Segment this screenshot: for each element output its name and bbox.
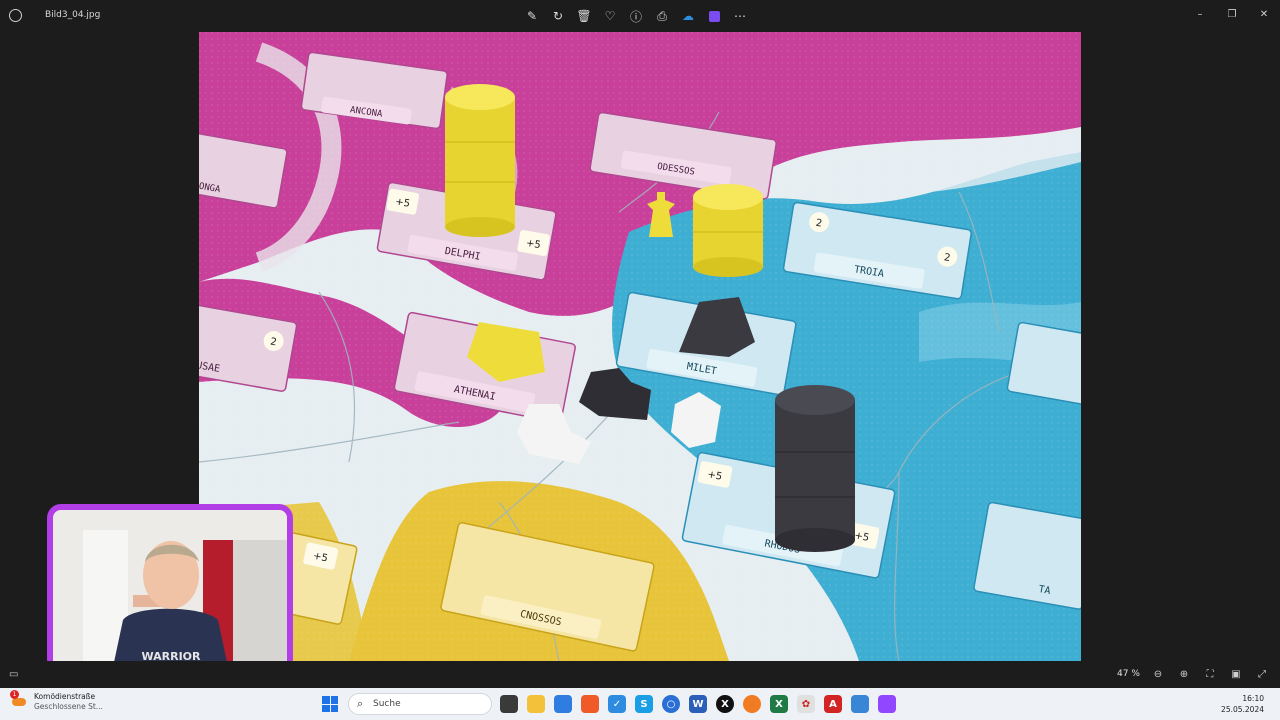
weather-subtitle: Geschlossene St... xyxy=(34,702,103,711)
cortana-icon[interactable]: ○ xyxy=(662,695,680,713)
rotate-icon[interactable]: ↻ xyxy=(550,8,566,24)
weather-widget[interactable]: 1 Komödienstraße Geschlossene St... xyxy=(10,690,103,712)
start-button[interactable] xyxy=(322,696,338,712)
fit-screen-icon[interactable]: ⛶ xyxy=(1202,667,1218,681)
zoom-level: 47 % xyxy=(1117,669,1140,679)
viewer-toolbar: ✎ ↻ 🗑 ♡ ⓘ ⎙ ☁ ⋯ xyxy=(524,8,748,24)
x-icon[interactable]: X xyxy=(716,695,734,713)
minimize-icon[interactable]: – xyxy=(1184,4,1216,24)
taskbar-apps: ✓ S ○ W X X ✿ A xyxy=(500,695,896,713)
firefox-icon[interactable] xyxy=(743,695,761,713)
search-placeholder: Suche xyxy=(373,699,401,709)
fullscreen-icon[interactable]: ⤢ xyxy=(1254,667,1270,681)
taskbar: 1 Komödienstraße Geschlossene St... ⌕ Su… xyxy=(0,688,1280,720)
webcam-overlay: WARRIOR xyxy=(47,504,293,673)
yellow-stack-small xyxy=(693,184,763,277)
title-bar: Bild3_04.jpg ✎ ↻ 🗑 ♡ ⓘ ⎙ ☁ ⋯ – ❐ ✕ xyxy=(0,0,1280,32)
city-label: TA xyxy=(1038,584,1052,597)
store-icon[interactable] xyxy=(554,695,572,713)
word-icon[interactable]: W xyxy=(689,695,707,713)
yellow-stack-large xyxy=(445,84,515,237)
more-icon[interactable]: ⋯ xyxy=(732,8,748,24)
zoom-out-icon[interactable]: ⊖ xyxy=(1150,667,1166,681)
todo-icon[interactable]: ✓ xyxy=(608,695,626,713)
edit-icon[interactable]: ✎ xyxy=(524,8,540,24)
black-stack xyxy=(775,385,855,552)
skype-icon[interactable]: S xyxy=(635,695,653,713)
clock-time: 16:10 xyxy=(1242,694,1264,703)
weather-icon: 1 xyxy=(10,690,28,710)
maximize-icon[interactable]: ❐ xyxy=(1216,4,1248,24)
twitch-icon[interactable] xyxy=(878,695,896,713)
photos-icon[interactable] xyxy=(851,695,869,713)
search-icon: ⌕ xyxy=(357,697,364,710)
clipchamp-icon[interactable] xyxy=(706,8,722,24)
info-icon[interactable]: ⓘ xyxy=(628,8,644,24)
weather-title: Komödienstraße xyxy=(34,692,96,701)
weather-badge: 1 xyxy=(10,690,19,699)
zoom-in-icon[interactable]: ⊕ xyxy=(1176,667,1192,681)
clock-date: 25.05.2024 xyxy=(1221,705,1264,714)
delete-icon[interactable]: 🗑 xyxy=(576,8,592,24)
actual-size-icon[interactable]: ▣ xyxy=(1228,667,1244,681)
presenter-video: WARRIOR xyxy=(53,510,287,667)
paint-icon[interactable]: ✿ xyxy=(797,695,815,713)
window-controls: – ❐ ✕ xyxy=(1184,4,1280,24)
brave-icon[interactable] xyxy=(581,695,599,713)
file-name: Bild3_04.jpg xyxy=(45,10,101,20)
print-icon[interactable]: ⎙ xyxy=(654,8,670,24)
task-view-icon[interactable] xyxy=(500,695,518,713)
search-box[interactable]: ⌕ Suche xyxy=(348,693,492,715)
favorite-icon[interactable]: ♡ xyxy=(602,8,618,24)
photos-app-icon xyxy=(9,9,22,22)
photo-view[interactable]: ANCONA ONGA ODESSOS DELPHI +5 +5 TROIA 2… xyxy=(199,32,1081,661)
clock[interactable]: 16:10 25.05.2024 xyxy=(1221,693,1264,715)
filmstrip-icon[interactable]: ▭ xyxy=(9,669,18,680)
close-icon[interactable]: ✕ xyxy=(1248,4,1280,24)
board-game-photo: ANCONA ONGA ODESSOS DELPHI +5 +5 TROIA 2… xyxy=(199,32,1081,661)
status-bar: ▭ 47 % ⊖ ⊕ ⛶ ▣ ⤢ xyxy=(0,661,1280,688)
onedrive-icon[interactable]: ☁ xyxy=(680,8,696,24)
acrobat-icon[interactable]: A xyxy=(824,695,842,713)
excel-icon[interactable]: X xyxy=(770,695,788,713)
file-explorer-icon[interactable] xyxy=(527,695,545,713)
